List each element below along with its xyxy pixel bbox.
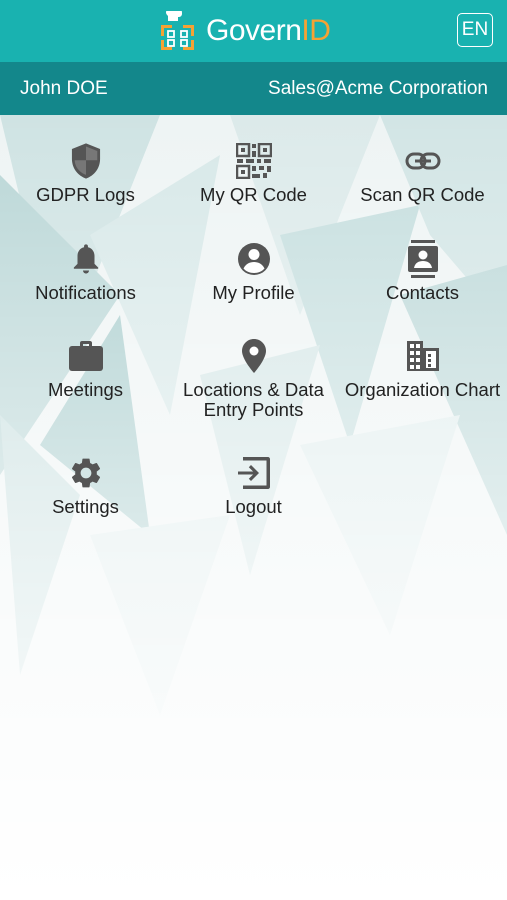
- menu-label: GDPR Logs: [36, 184, 135, 205]
- menu-label: Locations & Data Entry Points: [183, 379, 324, 420]
- menu-label: Settings: [52, 496, 119, 517]
- menu-meetings[interactable]: Meetings: [1, 337, 170, 400]
- language-button[interactable]: EN: [457, 13, 493, 47]
- app-header: GovernID EN: [0, 0, 507, 62]
- menu-label: Contacts: [385, 282, 459, 303]
- bell-icon: [73, 244, 98, 274]
- location-pin-icon: [241, 339, 266, 373]
- menu-logout[interactable]: Logout: [169, 454, 338, 517]
- menu-label: My Profile: [212, 282, 295, 303]
- gear-icon: [71, 458, 100, 488]
- menu-organization-chart[interactable]: Organization Chart: [338, 337, 507, 400]
- qr-code-icon: [235, 143, 272, 179]
- menu-notifications[interactable]: Notifications: [1, 240, 170, 303]
- logout-icon: [237, 457, 270, 489]
- menu-scan-qr-code[interactable]: Scan QR Code: [338, 142, 507, 205]
- menu-label: Scan QR Code: [360, 184, 485, 205]
- user-bar: John DOE Sales@Acme Corporation: [0, 62, 507, 115]
- menu-my-profile[interactable]: My Profile: [169, 240, 338, 303]
- menu-gdpr-logs[interactable]: GDPR Logs: [1, 142, 170, 205]
- menu-locations-data-entry-points[interactable]: Locations & Data Entry Points: [169, 337, 338, 419]
- briefcase-icon: [68, 341, 103, 371]
- menu-settings[interactable]: Settings: [1, 454, 170, 517]
- app-logo: GovernID: [158, 11, 331, 51]
- menu-contacts[interactable]: Contacts: [338, 240, 507, 303]
- shield-icon: [71, 143, 100, 179]
- menu-label: My QR Code: [200, 184, 307, 205]
- user-name: John DOE: [20, 78, 108, 99]
- brand-name: GovernID: [206, 14, 331, 47]
- menu-label: Logout: [225, 496, 282, 517]
- contacts-icon: [407, 240, 438, 278]
- menu-label: Organization Chart: [344, 379, 501, 400]
- link-icon: [405, 152, 440, 170]
- govern-id-logo-icon: [161, 11, 194, 50]
- user-organization: Sales@Acme Corporation: [268, 78, 488, 99]
- building-icon: [406, 341, 439, 371]
- account-circle-icon: [237, 243, 270, 275]
- menu-my-qr-code[interactable]: My QR Code: [169, 142, 338, 205]
- main-menu: GDPR Logs My QR Code Scan QR Code Notifi…: [0, 115, 507, 900]
- menu-label: Meetings: [47, 379, 124, 400]
- menu-label: Notifications: [35, 282, 136, 303]
